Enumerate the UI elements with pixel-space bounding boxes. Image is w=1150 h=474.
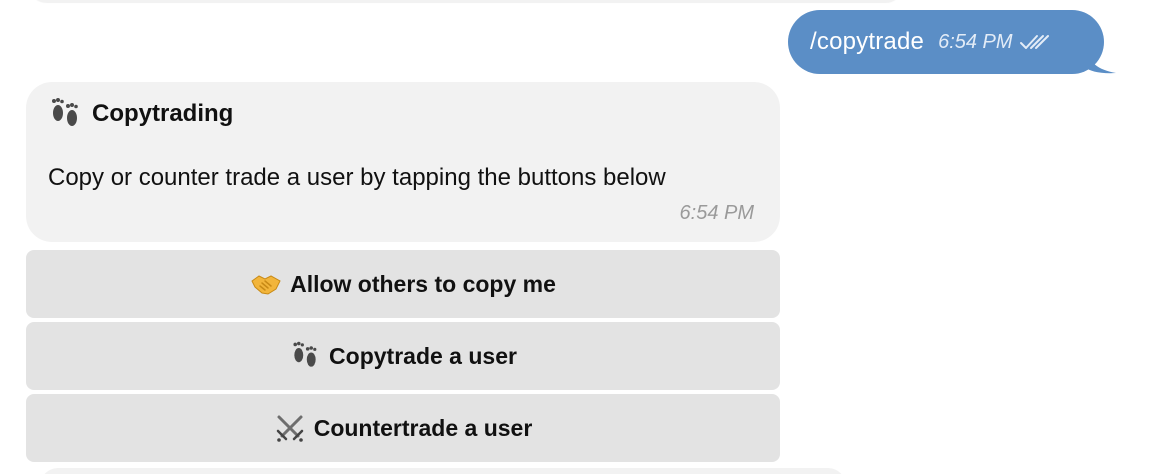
next-message-bubble [40,468,846,474]
button-label: Copytrade a user [329,342,517,369]
incoming-message-bubble[interactable]: Copytrading Copy or counter trade a user… [26,82,780,242]
button-label: Countertrade a user [313,414,533,441]
outgoing-message-time: 6:54 PM [938,30,1013,53]
footprints-icon [52,98,78,126]
countertrade-a-user-button[interactable]: Countertrade a user [26,394,780,462]
crossed-swords-icon [276,415,303,442]
allow-others-to-copy-button[interactable]: Allow others to copy me [26,250,780,318]
incoming-message-time: 6:54 PM [679,202,754,224]
outgoing-message-meta: 6:54 PM [938,30,1049,54]
message-title-row: Copytrading [48,96,233,132]
double-check-icon [1019,35,1049,49]
outgoing-bubble-tail [1086,48,1116,74]
outgoing-message-text: /copytrade [810,28,925,55]
copytrade-a-user-button[interactable]: Copytrade a user [26,322,780,390]
footprints-icon [293,341,317,367]
message-body: Copy or counter trade a user by tapping … [48,164,666,191]
button-label: Allow others to copy me [290,270,556,297]
message-title: Copytrading [92,100,234,127]
handshake-icon [251,275,281,295]
previous-message-bubble [30,0,902,2]
outgoing-message-bubble[interactable]: /copytrade 6:54 PM [788,10,1104,74]
chat-view: /copytrade 6:54 PM Copytrading Copy or c… [0,0,1150,474]
